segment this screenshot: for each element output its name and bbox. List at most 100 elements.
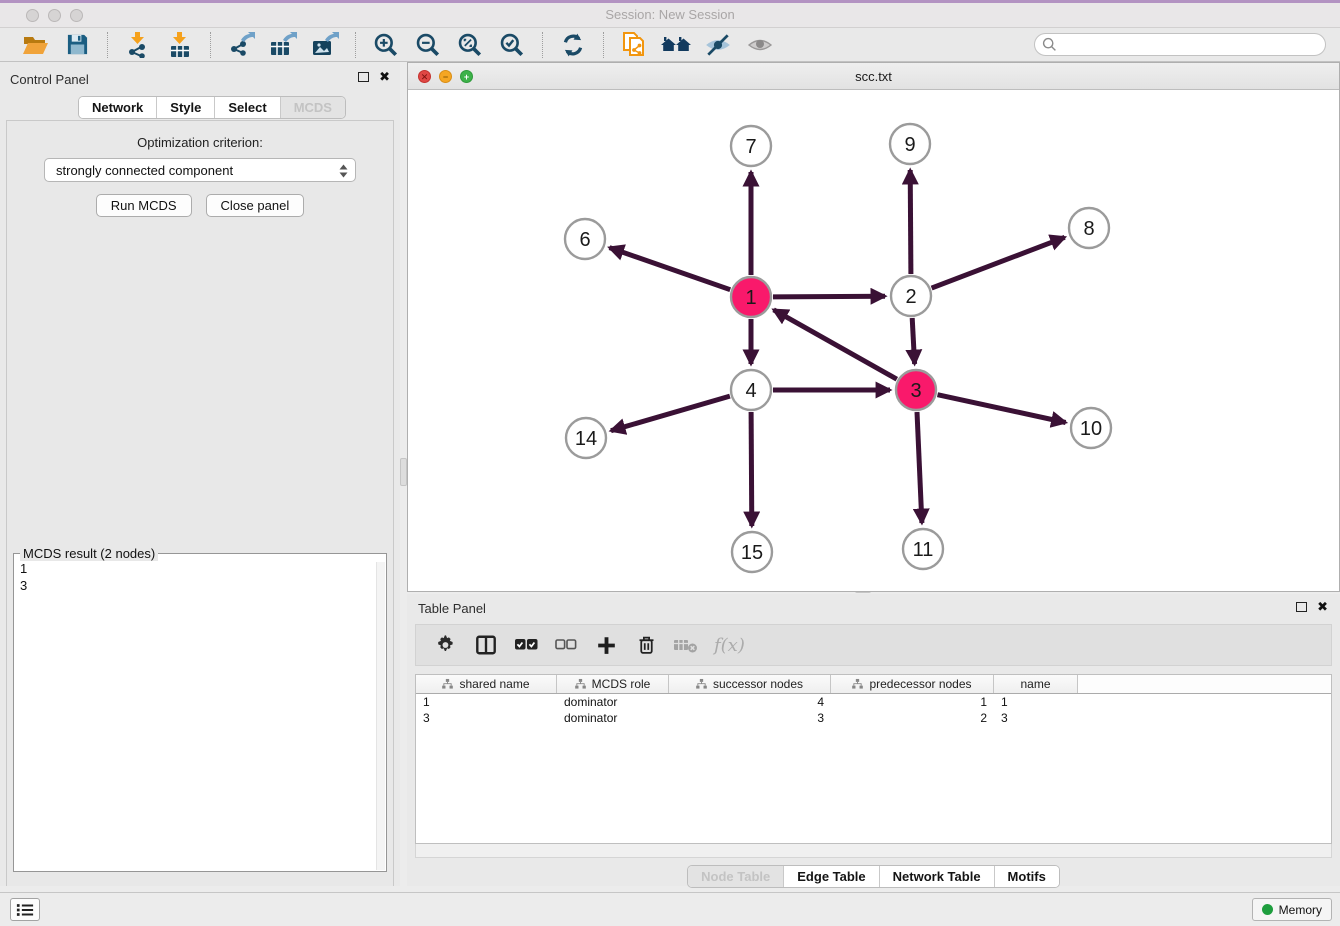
tab-edge-table[interactable]: Edge Table xyxy=(783,866,878,887)
zoom-out-icon[interactable] xyxy=(413,30,443,60)
graph-node-label-11: 11 xyxy=(913,539,934,561)
virtual-column-icon xyxy=(575,678,586,690)
close-panel-icon[interactable]: ✖ xyxy=(379,71,390,83)
graph-edge-3-11[interactable] xyxy=(917,412,922,523)
graph-edge-4-14[interactable] xyxy=(611,396,730,431)
table-cell: 2 xyxy=(831,710,994,726)
graph-node-label-2: 2 xyxy=(905,286,916,308)
export-table-icon[interactable] xyxy=(268,30,298,60)
table-cell: 3 xyxy=(416,710,557,726)
import-network-icon[interactable] xyxy=(123,30,153,60)
control-panel: Control Panel ✖ NetworkStyleSelectMCDS O… xyxy=(0,62,400,886)
virtual-column-icon xyxy=(852,678,863,690)
graph-edge-2-3[interactable] xyxy=(912,318,914,364)
show-panels-eye-icon[interactable] xyxy=(745,30,775,60)
network-graph[interactable]: 1234678910111415 xyxy=(408,90,1339,591)
graph-node-label-6: 6 xyxy=(579,229,590,251)
graph-edge-3-10[interactable] xyxy=(938,395,1066,423)
network-view-title: scc.txt xyxy=(408,69,1339,84)
table-scrollbar[interactable] xyxy=(415,844,1332,858)
float-panel-icon[interactable] xyxy=(358,72,369,82)
tab-mcds[interactable]: MCDS xyxy=(280,97,345,118)
graph-node-label-1: 1 xyxy=(745,287,756,309)
close-panel-button[interactable]: Close panel xyxy=(206,194,305,217)
graph-edge-3-1[interactable] xyxy=(774,310,897,379)
open-session-icon[interactable] xyxy=(20,30,50,60)
select-stepper-icon xyxy=(338,163,349,182)
select-all-columns-icon[interactable] xyxy=(511,630,541,660)
virtual-column-icon xyxy=(696,678,707,690)
table-toolbar: f(x) xyxy=(415,624,1332,666)
table-row[interactable]: 1dominator411 xyxy=(416,694,1331,710)
tab-node-table[interactable]: Node Table xyxy=(688,866,783,887)
node-table-body: 1dominator4113dominator323 xyxy=(416,694,1331,726)
graph-edge-4-15[interactable] xyxy=(751,412,752,526)
table-cell: 1 xyxy=(416,694,557,710)
zoom-in-icon[interactable] xyxy=(371,30,401,60)
virtual-column-icon xyxy=(442,678,453,690)
network-overview-icon[interactable] xyxy=(619,30,649,60)
mcds-result-title: MCDS result (2 nodes) xyxy=(20,546,158,561)
toolbar-separator xyxy=(210,32,211,58)
main-toolbar xyxy=(0,28,1340,62)
list-icon xyxy=(16,902,34,918)
column-header-predecessor-nodes[interactable]: predecessor nodes xyxy=(831,675,994,693)
save-session-icon[interactable] xyxy=(62,30,92,60)
vertical-splitter-handle[interactable] xyxy=(400,458,407,486)
hide-panels-eye-icon[interactable] xyxy=(703,30,733,60)
result-scrollbar[interactable] xyxy=(376,562,385,870)
home-layout-icon[interactable] xyxy=(661,30,691,60)
import-table-icon[interactable] xyxy=(165,30,195,60)
create-column-plus-icon[interactable] xyxy=(591,630,621,660)
function-builder-icon: f(x) xyxy=(714,635,745,656)
tab-motifs[interactable]: Motifs xyxy=(994,866,1059,887)
table-panel: Table Panel ✖ f(x) shared nameMCDS roles… xyxy=(407,594,1340,886)
criterion-selected-value: strongly connected component xyxy=(56,163,233,178)
graph-edge-1-2[interactable] xyxy=(773,296,885,297)
memory-button[interactable]: Memory xyxy=(1252,898,1332,921)
table-cell: dominator xyxy=(557,694,669,710)
graph-edge-1-6[interactable] xyxy=(610,248,731,290)
export-image-icon[interactable] xyxy=(310,30,340,60)
tab-network[interactable]: Network xyxy=(79,97,156,118)
memory-status-dot xyxy=(1262,904,1273,915)
table-settings-gear-icon[interactable] xyxy=(431,630,461,660)
close-table-panel-icon[interactable]: ✖ xyxy=(1317,601,1328,613)
network-canvas[interactable]: 1234678910111415 xyxy=(408,90,1339,591)
graph-edge-2-8[interactable] xyxy=(932,237,1065,288)
table-cell: 3 xyxy=(994,710,1078,726)
column-header-successor-nodes[interactable]: successor nodes xyxy=(669,675,831,693)
graph-node-label-15: 15 xyxy=(741,542,763,564)
table-row[interactable]: 3dominator323 xyxy=(416,710,1331,726)
tab-network-table[interactable]: Network Table xyxy=(879,866,994,887)
toolbar-separator xyxy=(355,32,356,58)
split-table-view-icon[interactable] xyxy=(471,630,501,660)
network-view-window: scc.txt 1234678910111415 xyxy=(407,62,1340,592)
search-input[interactable] xyxy=(1034,33,1326,56)
mcds-result-text: 1 3 xyxy=(20,560,372,869)
criterion-select[interactable]: strongly connected component xyxy=(44,158,356,182)
task-history-button[interactable] xyxy=(10,898,40,921)
graph-node-label-7: 7 xyxy=(745,136,756,158)
export-network-icon[interactable] xyxy=(226,30,256,60)
tab-style[interactable]: Style xyxy=(156,97,214,118)
run-mcds-button[interactable]: Run MCDS xyxy=(96,194,192,217)
delete-column-trash-icon[interactable] xyxy=(631,630,661,660)
float-table-panel-icon[interactable] xyxy=(1296,602,1307,612)
zoom-selected-icon[interactable] xyxy=(497,30,527,60)
unselect-all-columns-icon[interactable] xyxy=(551,630,581,660)
column-header-name[interactable]: name xyxy=(994,675,1078,693)
column-header-shared-name[interactable]: shared name xyxy=(416,675,557,693)
mcds-result-box: MCDS result (2 nodes) 1 3 xyxy=(13,553,387,872)
status-bar: Memory xyxy=(0,892,1340,926)
column-header-MCDS-role[interactable]: MCDS role xyxy=(557,675,669,693)
zoom-fit-icon[interactable] xyxy=(455,30,485,60)
graph-edge-2-9[interactable] xyxy=(910,170,911,274)
refresh-view-icon[interactable] xyxy=(558,30,588,60)
node-table-header: shared nameMCDS rolesuccessor nodesprede… xyxy=(416,675,1331,694)
tab-select[interactable]: Select xyxy=(214,97,279,118)
control-panel-title: Control Panel xyxy=(10,72,89,87)
network-window-titlebar[interactable]: scc.txt xyxy=(408,63,1339,90)
search-icon xyxy=(1042,37,1057,57)
node-table[interactable]: shared nameMCDS rolesuccessor nodesprede… xyxy=(415,674,1332,844)
